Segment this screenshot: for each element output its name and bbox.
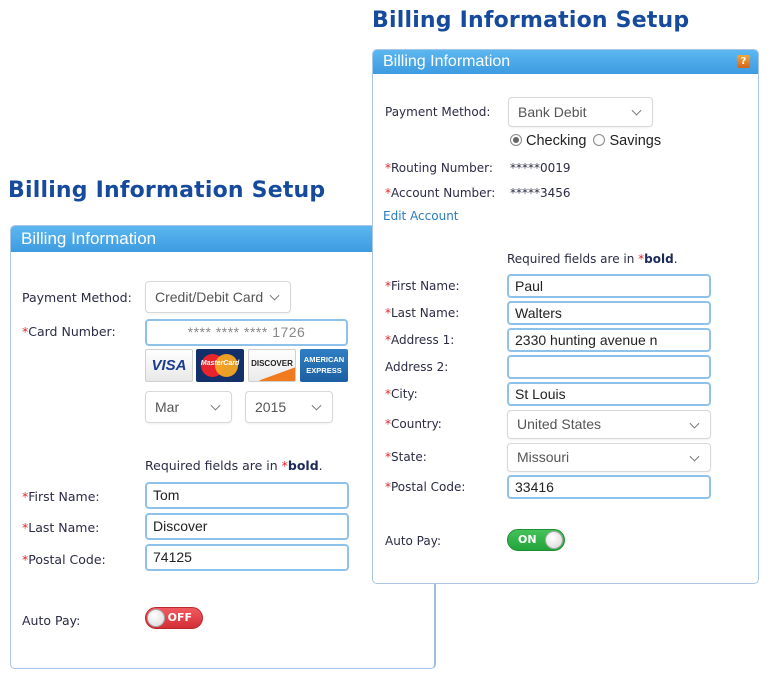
payment-method-select[interactable]: Credit/Debit Card	[145, 281, 291, 313]
country-label: *Country:	[385, 417, 442, 431]
state-label: *State:	[385, 450, 427, 464]
auto-pay-toggle[interactable]: OFF	[145, 607, 203, 629]
chevron-down-icon	[689, 418, 700, 429]
amex-logo: AMERICAN EXPRESS	[300, 349, 348, 382]
address2-input[interactable]	[507, 355, 711, 379]
last-name-input[interactable]: Discover	[145, 513, 349, 540]
country-select[interactable]: United States	[507, 410, 711, 439]
chevron-down-icon	[269, 290, 280, 301]
state-value: Missouri	[517, 449, 570, 465]
auto-pay-label: Auto Pay:	[22, 613, 81, 628]
first-name-label: *First Name:	[22, 489, 100, 504]
first-name-label: *First Name:	[385, 279, 460, 293]
toggle-knob	[147, 609, 165, 627]
country-value: United States	[517, 416, 602, 432]
card-number-input[interactable]: **** **** **** 1726	[145, 319, 348, 346]
last-name-input[interactable]: Walters	[507, 301, 711, 325]
address1-label: *Address 1:	[385, 333, 455, 347]
chevron-down-icon	[210, 400, 221, 411]
required-fields-note: Required fields are in *bold.	[507, 252, 678, 266]
city-label: *City:	[385, 387, 418, 401]
account-number-label: *Account Number:	[385, 186, 496, 200]
address2-label: Address 2:	[385, 360, 449, 374]
visa-logo: VISA	[145, 349, 193, 382]
exp-month-value: Mar	[155, 399, 180, 415]
edit-account-link[interactable]: Edit Account	[383, 209, 459, 223]
payment-method-label: Payment Method:	[22, 290, 132, 305]
first-name-input[interactable]: Tom	[145, 482, 349, 509]
last-name-label: *Last Name:	[385, 306, 460, 320]
last-name-label: *Last Name:	[22, 520, 100, 535]
payment-method-select[interactable]: Bank Debit	[508, 97, 653, 127]
postal-code-input[interactable]: 33416	[507, 475, 711, 499]
account-type-radio-group: Checking Savings	[510, 133, 664, 149]
address1-input[interactable]: 2330 hunting avenue n	[507, 328, 711, 352]
page-title: Billing Information Setup	[8, 178, 326, 203]
payment-method-value: Credit/Debit Card	[155, 289, 264, 305]
state-select[interactable]: Missouri	[507, 443, 711, 472]
postal-code-label: *Postal Code:	[385, 480, 466, 494]
toggle-state: OFF	[167, 611, 192, 624]
postal-code-label: *Postal Code:	[22, 552, 106, 567]
chevron-down-icon	[311, 400, 322, 411]
panel-header: Billing Information ?	[373, 50, 758, 74]
chevron-down-icon	[631, 105, 642, 116]
radio-checking-label[interactable]: Checking	[526, 133, 586, 149]
toggle-knob	[545, 531, 563, 549]
account-number-value: *****3456	[510, 186, 571, 200]
required-fields-note: Required fields are in *bold.	[145, 458, 323, 473]
auto-pay-toggle[interactable]: ON	[507, 529, 565, 551]
chevron-down-icon	[689, 451, 700, 462]
help-icon[interactable]: ?	[737, 55, 750, 68]
routing-number-label: *Routing Number:	[385, 161, 493, 175]
first-name-input[interactable]: Paul	[507, 274, 711, 298]
card-number-label: *Card Number:	[22, 324, 116, 339]
exp-year-select[interactable]: 2015	[245, 391, 333, 423]
exp-year-value: 2015	[255, 399, 287, 415]
toggle-state: ON	[518, 533, 537, 546]
payment-method-label: Payment Method:	[385, 105, 491, 119]
exp-month-select[interactable]: Mar	[145, 391, 232, 423]
routing-number-value: *****0019	[510, 161, 571, 175]
radio-savings[interactable]	[593, 134, 606, 146]
mastercard-logo: MasterCard	[196, 349, 244, 382]
page-title: Billing Information Setup	[372, 8, 690, 33]
radio-savings-label[interactable]: Savings	[609, 133, 661, 149]
postal-code-input[interactable]: 74125	[145, 544, 349, 571]
panel-header: Billing Information	[11, 226, 434, 252]
payment-method-value: Bank Debit	[518, 104, 587, 120]
radio-checking[interactable]	[510, 134, 522, 146]
city-input[interactable]: St Louis	[507, 382, 711, 406]
auto-pay-label: Auto Pay:	[385, 534, 441, 548]
discover-logo: DISCOVER	[248, 349, 296, 382]
